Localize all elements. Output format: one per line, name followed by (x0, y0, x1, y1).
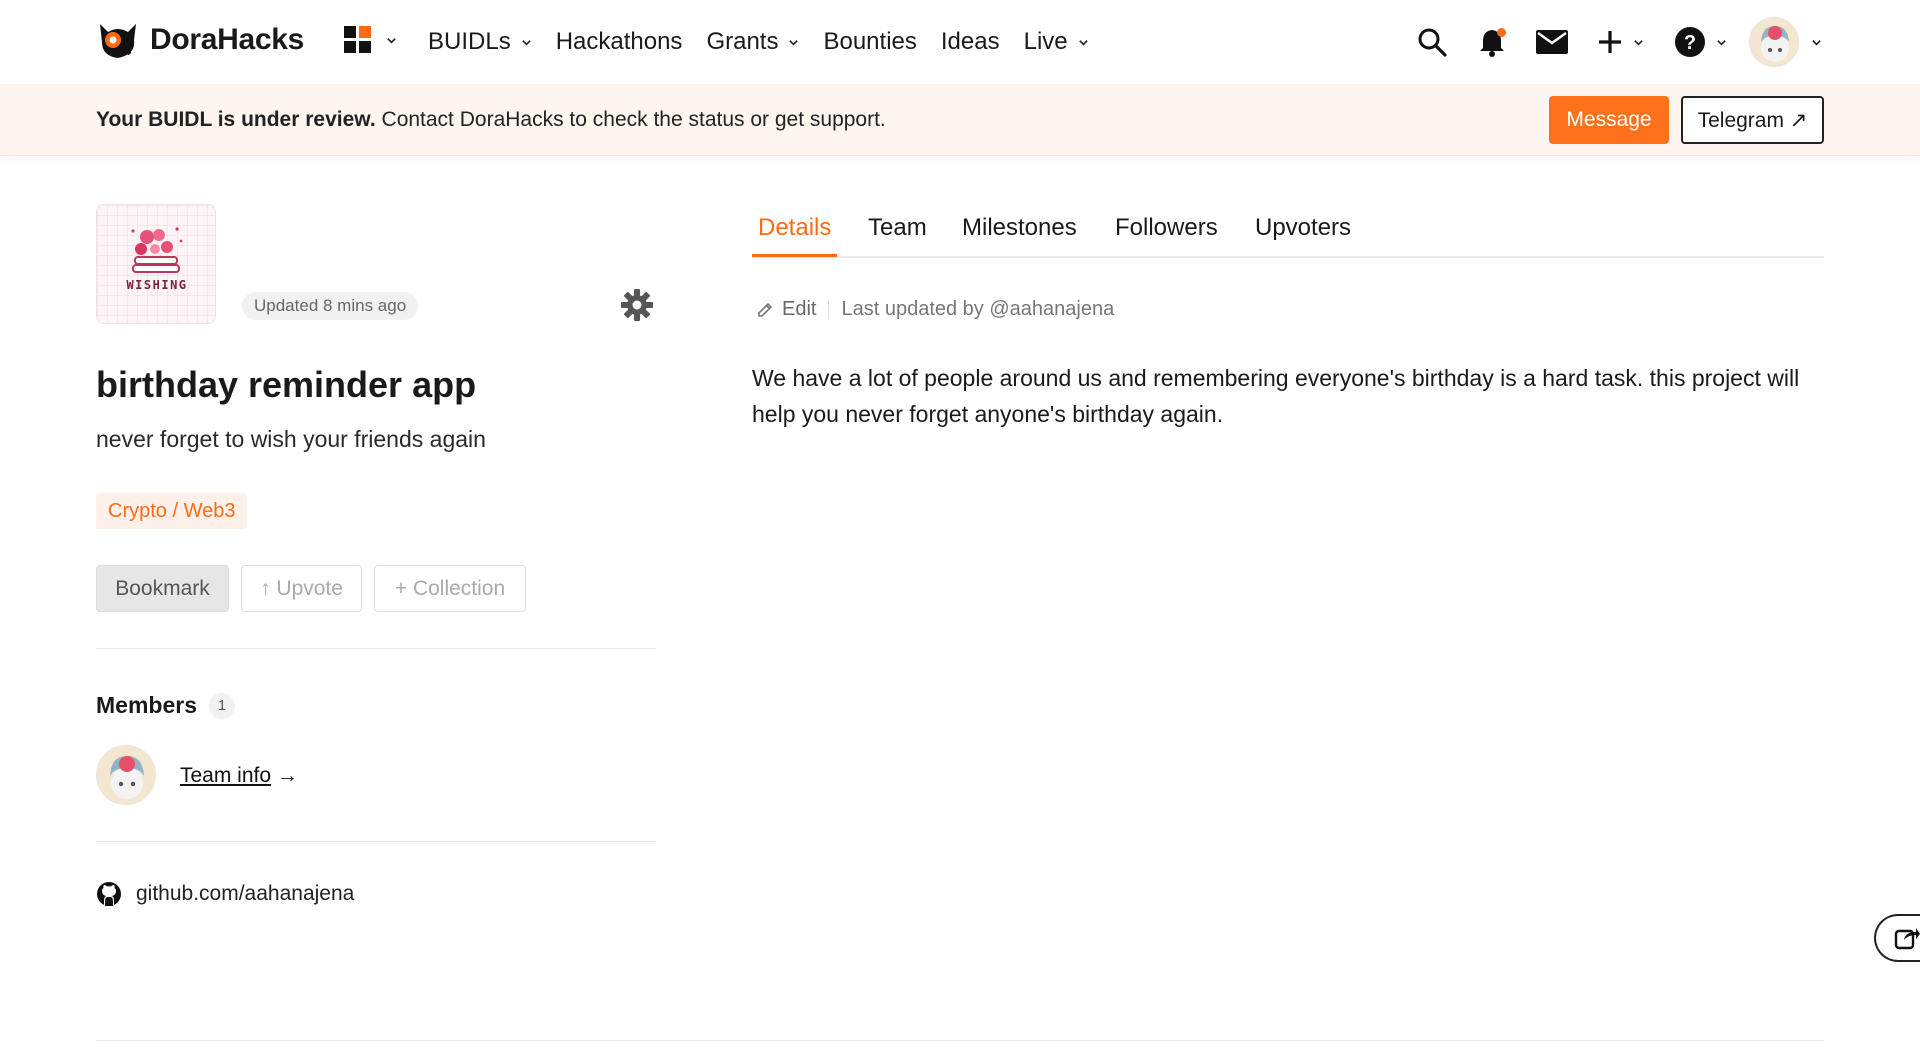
upvote-button[interactable]: ↑ Upvote (241, 565, 362, 612)
user-menu-button[interactable] (1748, 17, 1822, 67)
github-url: github.com/aahanajena (136, 882, 355, 905)
nav-label: Ideas (940, 28, 1000, 55)
project-logo: WISHING (96, 204, 216, 324)
separator (828, 300, 830, 319)
share-button[interactable] (1874, 914, 1920, 962)
divider (96, 648, 656, 649)
nav-label: Hackathons (555, 28, 683, 55)
category-tag[interactable]: Crypto / Web3 (96, 493, 248, 529)
tab-details[interactable]: Details (752, 214, 838, 257)
plus-icon (1598, 31, 1621, 53)
footer-divider (96, 1040, 1824, 1041)
chevron-down-icon (521, 39, 531, 46)
nav-right-actions: ? (1408, 17, 1822, 67)
nav-label: BUIDLs (428, 28, 511, 55)
member-avatar[interactable] (96, 745, 156, 805)
project-logo-text: WISHING (126, 278, 187, 292)
brand-name: DoraHacks (150, 23, 305, 56)
nav-live[interactable]: Live (1024, 28, 1089, 56)
apps-grid-icon (344, 26, 372, 54)
banner-bold-text: Your BUIDL is under review. (96, 108, 376, 131)
search-button[interactable] (1408, 18, 1456, 66)
members-count-badge: 1 (208, 692, 235, 719)
message-button[interactable]: Message (1549, 96, 1669, 144)
telegram-button[interactable]: Telegram ↗ (1681, 96, 1824, 144)
notifications-button[interactable] (1468, 18, 1516, 66)
tab-team[interactable]: Team (868, 214, 927, 254)
github-link[interactable]: github.com/aahanajena (96, 881, 354, 907)
nav-grants[interactable]: Grants (706, 28, 799, 56)
messages-button[interactable] (1528, 18, 1576, 66)
members-heading: Members 1 (96, 692, 235, 719)
chevron-down-icon (789, 39, 799, 46)
review-status-banner: Your BUIDL is under review. Contact Dora… (0, 84, 1920, 156)
members-title: Members (96, 692, 197, 718)
svg-text:?: ? (1683, 32, 1695, 54)
gear-icon[interactable] (620, 288, 654, 322)
help-icon: ? (1674, 27, 1705, 57)
arrow-right-icon: → (271, 764, 298, 787)
edit-row: Edit Last updated by @aahanajena (756, 298, 1114, 321)
add-collection-button[interactable]: + Collection (374, 565, 526, 612)
tab-milestones[interactable]: Milestones (962, 214, 1077, 254)
pencil-icon (758, 302, 773, 317)
dorahacks-logo-icon (100, 24, 136, 58)
chevron-down-icon (1078, 39, 1088, 46)
nav-ideas[interactable]: Ideas (941, 28, 1000, 56)
top-navigation: DoraHacks BUIDLs Hackathons Grants Bount… (0, 0, 1920, 84)
edit-button[interactable]: Edit (756, 298, 816, 321)
chevron-down-icon (1716, 39, 1726, 46)
nav-buidls[interactable]: BUIDLs (428, 28, 532, 56)
dorahacks-logo[interactable]: DoraHacks (96, 20, 304, 60)
nav-label: Live (1023, 28, 1068, 55)
help-menu-button[interactable]: ? (1668, 18, 1732, 66)
main-nav-links: BUIDLs Hackathons Grants Bounties Ideas … (428, 28, 1113, 56)
project-tagline: never forget to wish your friends again (96, 426, 486, 452)
chevron-down-icon (387, 37, 396, 44)
tab-followers[interactable]: Followers (1115, 214, 1218, 254)
project-tabs: Details Team Milestones Followers Upvote… (752, 214, 1824, 258)
tab-upvoters[interactable]: Upvoters (1255, 214, 1351, 254)
share-icon (1894, 928, 1920, 950)
avatar (1748, 17, 1799, 67)
notification-dot (1497, 28, 1506, 37)
nav-hackathons[interactable]: Hackathons (556, 28, 683, 56)
updated-badge: Updated 8 mins ago (242, 292, 419, 320)
nav-label: Bounties (823, 28, 917, 55)
chevron-down-icon (1633, 39, 1643, 46)
divider (96, 841, 656, 842)
banner-body-text: Contact DoraHacks to check the status or… (375, 108, 886, 131)
team-info-label: Team info (180, 764, 272, 787)
apps-menu-button[interactable] (344, 26, 397, 54)
project-title: birthday reminder app (96, 364, 477, 405)
search-icon (1418, 28, 1447, 57)
mail-icon (1536, 30, 1568, 54)
chevron-down-icon (1811, 39, 1821, 46)
edit-label: Edit (782, 298, 817, 320)
banner-message: Your BUIDL is under review. Contact Dora… (96, 108, 886, 132)
bookmark-button[interactable]: Bookmark (96, 565, 229, 612)
nav-bounties[interactable]: Bounties (823, 28, 916, 56)
nav-label: Grants (706, 28, 779, 55)
create-menu-button[interactable] (1588, 18, 1652, 66)
last-updated-text: Last updated by @aahanajena (841, 298, 1115, 320)
github-icon (97, 882, 121, 906)
team-info-link[interactable]: Team info → (180, 764, 298, 788)
project-description: We have a lot of people around us and re… (752, 365, 1800, 427)
